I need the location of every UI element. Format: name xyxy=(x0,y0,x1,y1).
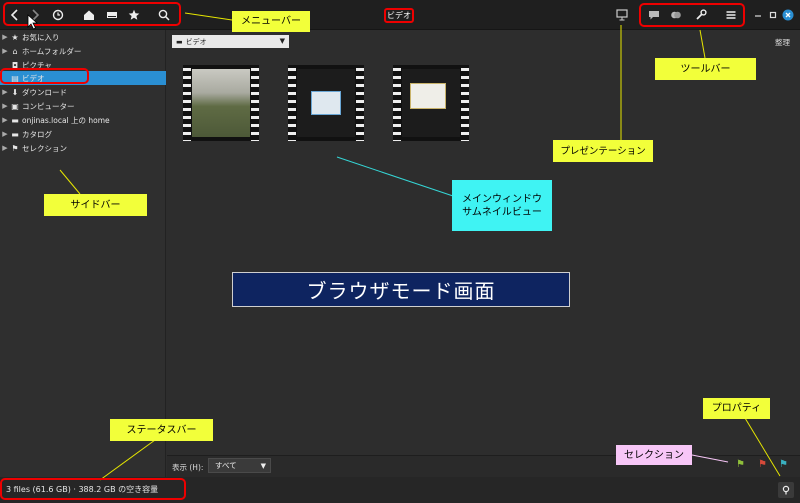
sidebar-item-label: コンピューター xyxy=(22,101,75,111)
organize-button[interactable]: 整理 xyxy=(775,37,790,48)
folder-icon: ▬ xyxy=(11,115,19,125)
flag-icon: ⚑ xyxy=(11,143,19,153)
expand-arrow-icon[interactable]: ▶ xyxy=(0,130,10,138)
chevron-down-icon: ▼ xyxy=(260,461,266,470)
sidebar-item-label: セレクション xyxy=(22,143,67,153)
film-strip xyxy=(356,65,364,141)
sidebar-item-downloads[interactable]: ▶ ⬇ ダウンロード xyxy=(0,85,166,99)
callout-main-line1: メインウィンドウ xyxy=(462,193,542,205)
callout-presentation: プレゼンテーション xyxy=(553,140,653,162)
minimize-icon xyxy=(755,15,761,17)
close-button[interactable] xyxy=(779,7,797,23)
folder-icon: ▬ xyxy=(176,37,183,46)
sidebar-item-label: お気に入り xyxy=(22,32,60,42)
callout-toolbar: ツールバー xyxy=(655,58,756,80)
thumbnail-image xyxy=(402,69,460,137)
video-thumbnail[interactable] xyxy=(183,65,259,141)
view-filter-label: 表示 (H): xyxy=(172,463,204,472)
toolbar-highlight xyxy=(639,3,745,27)
sidebar-item-label: ダウンロード xyxy=(22,87,67,97)
callout-main-line2: サムネイルビュー xyxy=(462,206,542,218)
sidebar-item-label: onjinas.local 上の home xyxy=(22,115,110,125)
flag-reject-icon[interactable]: ⚑ xyxy=(758,459,767,470)
sidebar: ▶ ★ お気に入り ▶ ⌂ ホームフォルダー ◘ ピクチャ ▤ ビデオ ▶ ⬇ … xyxy=(0,30,166,477)
callout-statusbar: ステータスバー xyxy=(110,419,213,441)
location-pin-icon xyxy=(782,485,790,495)
folder-dropdown[interactable]: ▬ ビデオ ▼ xyxy=(172,35,289,48)
thumbnail-image xyxy=(297,69,355,137)
flag-clear-icon[interactable]: ⚑ xyxy=(779,459,788,470)
sidebar-item-label: ホームフォルダー xyxy=(22,46,82,56)
video-thumbnail[interactable] xyxy=(288,65,364,141)
sidebar-item-label: カタログ xyxy=(22,129,52,139)
film-strip xyxy=(251,65,259,141)
properties-button[interactable] xyxy=(778,482,794,498)
expand-arrow-icon[interactable]: ▶ xyxy=(0,33,10,41)
home-icon: ⌂ xyxy=(12,46,18,56)
expand-arrow-icon[interactable]: ▶ xyxy=(0,116,10,124)
expand-arrow-icon[interactable]: ▶ xyxy=(0,47,10,55)
sidebar-item-favorites[interactable]: ▶ ★ お気に入り xyxy=(0,30,166,44)
mouse-cursor-icon xyxy=(27,14,39,30)
callout-sidebar: サイドバー xyxy=(44,194,147,216)
view-filter-value: すべて xyxy=(215,461,237,470)
window-title: ビデオ xyxy=(384,8,414,23)
maximize-icon xyxy=(769,11,777,19)
folder-name: ビデオ xyxy=(185,37,207,46)
flag-accept-icon[interactable]: ⚑ xyxy=(736,459,745,470)
expand-arrow-icon[interactable]: ▶ xyxy=(0,144,10,152)
download-icon: ⬇ xyxy=(11,87,19,97)
presentation-icon xyxy=(616,9,628,21)
chevron-down-icon: ▼ xyxy=(279,37,285,45)
film-strip xyxy=(183,65,191,141)
film-strip xyxy=(393,65,401,141)
catalog-icon: ▬ xyxy=(11,129,19,139)
statusbar-highlight xyxy=(0,478,186,500)
sidebar-item-computer[interactable]: ▶ ▣ コンピューター xyxy=(0,99,166,113)
sidebar-item-catalog[interactable]: ▶ ▬ カタログ xyxy=(0,127,166,141)
thumbnail-image xyxy=(192,69,250,137)
star-icon: ★ xyxy=(11,32,19,42)
view-filter-select[interactable]: すべて ▼ xyxy=(208,458,271,473)
close-icon xyxy=(782,9,794,21)
film-strip xyxy=(461,65,469,141)
browser-mode-banner: ブラウザモード画面 xyxy=(232,272,570,307)
expand-arrow-icon[interactable]: ▶ xyxy=(0,102,10,110)
expand-arrow-icon[interactable]: ▶ xyxy=(0,88,10,96)
callout-properties: プロパティ xyxy=(703,398,770,419)
callout-menubar: メニューバー xyxy=(232,11,310,32)
sidebar-item-network-home[interactable]: ▶ ▬ onjinas.local 上の home xyxy=(0,113,166,127)
sidebar-selection-highlight xyxy=(0,68,89,84)
video-thumbnail[interactable] xyxy=(393,65,469,141)
sidebar-item-home[interactable]: ▶ ⌂ ホームフォルダー xyxy=(0,44,166,58)
film-strip xyxy=(288,65,296,141)
callout-selection: セレクション xyxy=(616,445,692,465)
presentation-button[interactable] xyxy=(613,7,631,23)
sidebar-item-selection[interactable]: ▶ ⚑ セレクション xyxy=(0,141,166,155)
computer-icon: ▣ xyxy=(11,101,19,111)
callout-main-window: メインウィンドウ サムネイルビュー xyxy=(452,180,552,231)
